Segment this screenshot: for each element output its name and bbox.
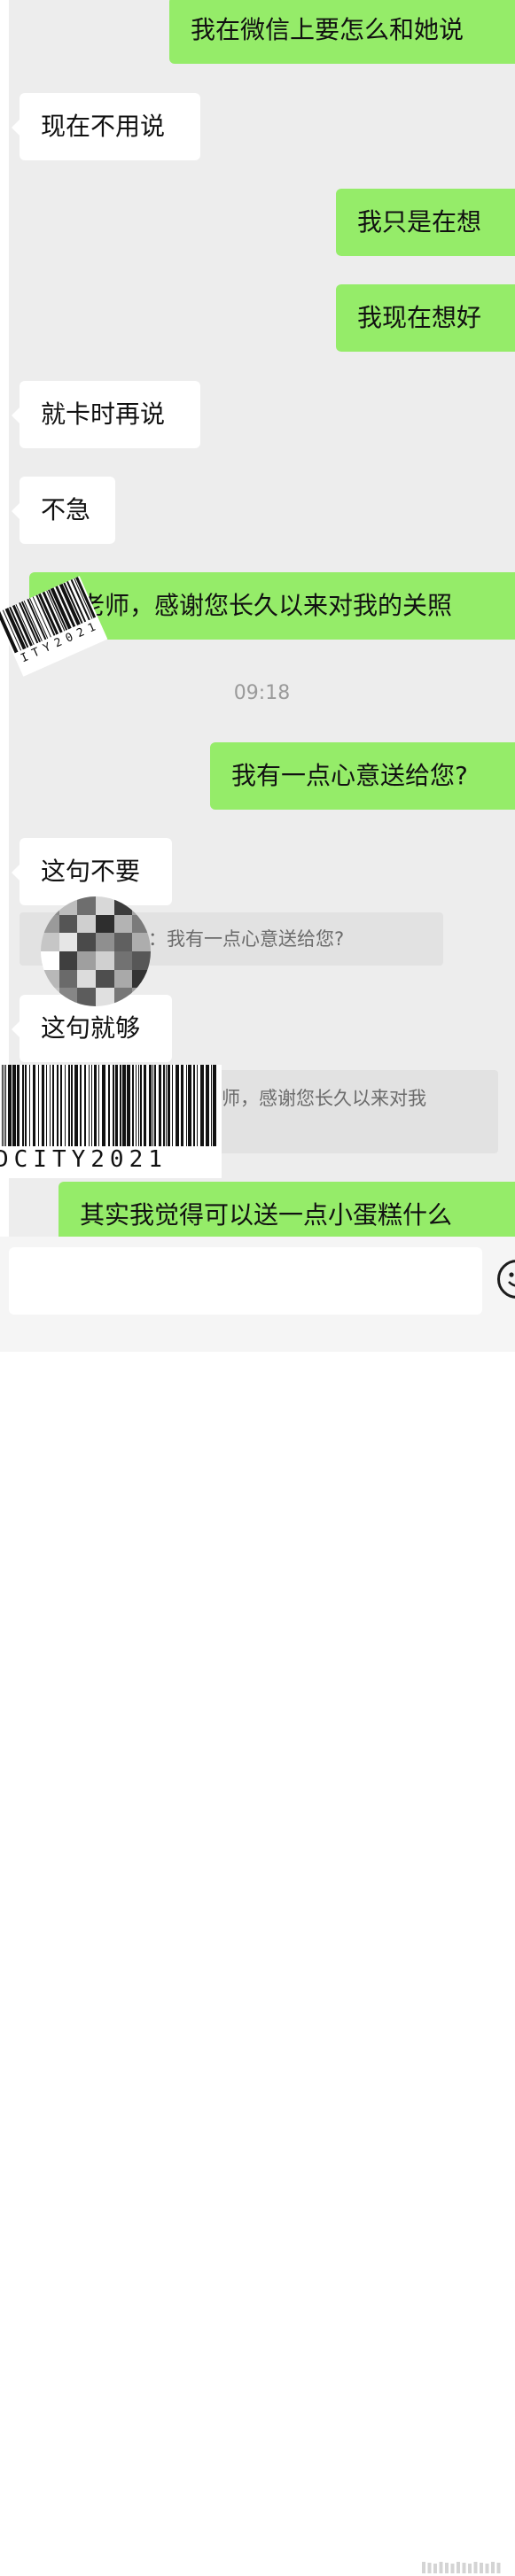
avatar-mosaic bbox=[41, 896, 151, 1006]
barcode-sticker: DCITY2021 bbox=[0, 1065, 222, 1178]
message-incoming[interactable]: 这句不要 bbox=[12, 838, 172, 905]
message-incoming[interactable]: 就卡时再说 bbox=[12, 381, 200, 448]
message-outgoing[interactable]: 我现在想好 bbox=[336, 284, 515, 352]
watermark-text bbox=[422, 2562, 501, 2573]
message-outgoing[interactable]: 我有一点心意送给您? bbox=[210, 742, 515, 810]
message-timestamp: 09:18 bbox=[233, 682, 291, 704]
emoji-face-icon[interactable] bbox=[497, 1260, 515, 1299]
barcode-bars-icon bbox=[2, 1065, 216, 1146]
barcode-number: DCITY2021 bbox=[0, 1146, 168, 1173]
message-outgoing[interactable]: 我只是在想 bbox=[336, 189, 515, 256]
message-incoming[interactable]: 现在不用说 bbox=[12, 93, 200, 160]
input-bar bbox=[0, 1237, 515, 2573]
message-incoming[interactable]: 不急 bbox=[12, 477, 115, 544]
message-input[interactable] bbox=[9, 1247, 482, 1315]
message-outgoing[interactable]: 我在微信上要怎么和她说 bbox=[169, 0, 515, 64]
